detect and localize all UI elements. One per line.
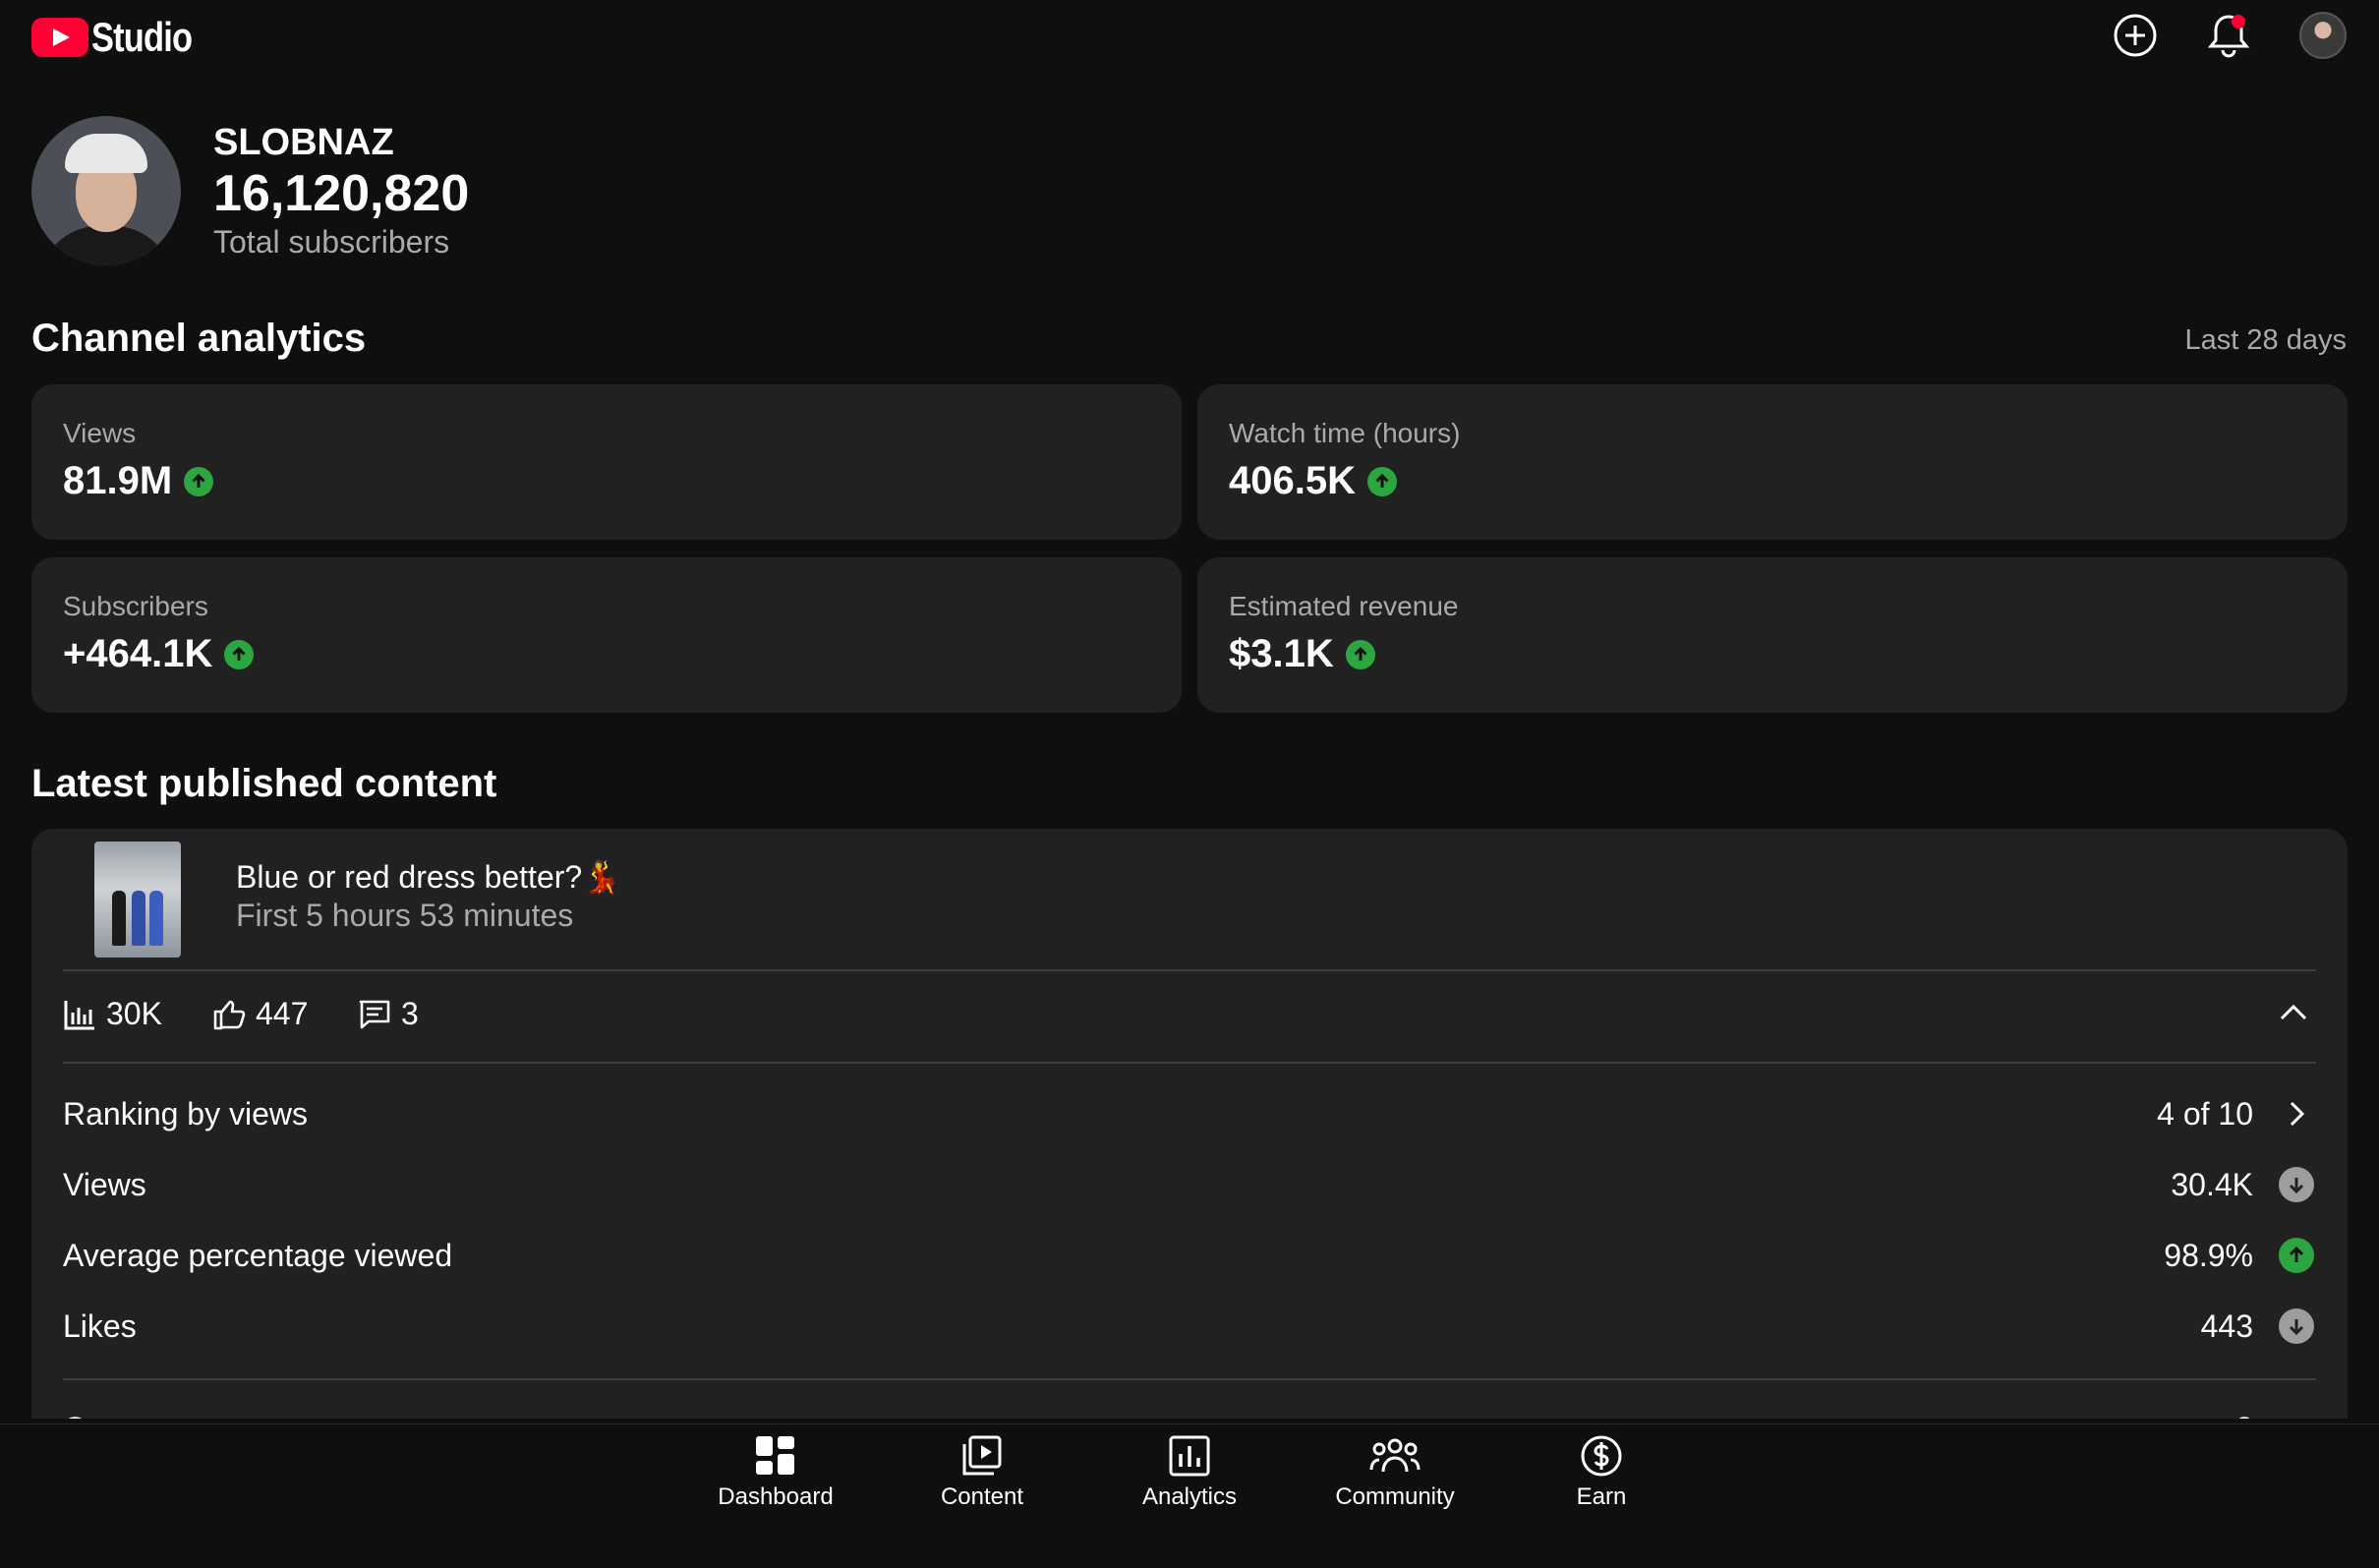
video-views-stat: 30K — [63, 996, 162, 1032]
chevron-up-icon — [2280, 1004, 2307, 1020]
studio-logo[interactable]: Studio — [31, 14, 214, 61]
video-likes-value: 447 — [256, 996, 309, 1031]
channel-analytics-title: Channel analytics — [31, 317, 367, 360]
row-value: 443 — [2200, 1307, 2253, 1344]
divider — [63, 1062, 2316, 1064]
metric-label: Estimated revenue — [1229, 591, 1459, 621]
comments-row: Comments 3 — [63, 1404, 2316, 1420]
bottom-nav: Dashboard Content Analytics Community Ea… — [0, 1423, 2379, 1568]
row-value: 3 — [2235, 1411, 2253, 1420]
nav-earn[interactable]: Earn — [1513, 1434, 1690, 1511]
video-comments-stat: 3 — [358, 996, 419, 1032]
metric-value: 81.9M — [63, 459, 173, 502]
youtube-logo-icon — [31, 18, 88, 57]
row-label: Likes — [63, 1307, 137, 1344]
video-likes-stat: 447 — [212, 996, 308, 1032]
row-label: Views — [63, 1166, 146, 1202]
video-subtitle: First 5 hours 53 minutes — [236, 898, 574, 933]
trend-down-icon — [2279, 1308, 2314, 1344]
views-row: Views 30.4K — [63, 1160, 2316, 1209]
subscriber-label: Total subscribers — [213, 224, 450, 260]
collapse-button[interactable] — [2277, 996, 2310, 1034]
analytics-period[interactable]: Last 28 days — [2185, 324, 2347, 357]
avg-percentage-row: Average percentage viewed 98.9% — [63, 1231, 2316, 1280]
ranking-row[interactable]: Ranking by views 4 of 10 — [63, 1089, 2316, 1138]
video-comments-value: 3 — [401, 996, 419, 1031]
nav-analytics[interactable]: Analytics — [1101, 1434, 1278, 1511]
metric-label: Subscribers — [63, 591, 208, 621]
notification-dot — [2232, 15, 2245, 29]
nav-dashboard[interactable]: Dashboard — [687, 1434, 864, 1511]
nav-label: Analytics — [1141, 1483, 1238, 1510]
thumbs-up-icon — [213, 1000, 246, 1029]
trend-up-icon — [1366, 466, 1397, 496]
analytics-icon — [1169, 1435, 1210, 1477]
metric-label: Watch time (hours) — [1229, 418, 1461, 448]
content-icon — [962, 1435, 1002, 1476]
metric-card-revenue[interactable]: Estimated revenue $3.1K — [1197, 557, 2348, 713]
account-avatar — [2299, 12, 2347, 59]
subscriber-count: 16,120,820 — [213, 165, 470, 222]
dashboard-icon — [756, 1436, 794, 1475]
top-bar: Studio — [0, 0, 2379, 71]
community-icon — [1369, 1438, 1421, 1473]
metric-value: +464.1K — [63, 632, 213, 675]
divider — [63, 969, 2316, 971]
create-icon — [2114, 14, 2157, 57]
account-button[interactable] — [2298, 11, 2348, 60]
nav-content[interactable]: Content — [894, 1434, 1071, 1511]
trend-up-icon — [1345, 639, 1375, 669]
metric-value: $3.1K — [1229, 632, 1334, 675]
video-title[interactable]: Blue or red dress better?💃 — [236, 858, 621, 896]
nav-community[interactable]: Community — [1306, 1434, 1483, 1511]
nav-label: Community — [1335, 1483, 1455, 1510]
create-button[interactable] — [2111, 11, 2160, 60]
trend-up-icon — [224, 639, 255, 669]
metric-card-subscribers[interactable]: Subscribers +464.1K — [31, 557, 1182, 713]
earn-icon — [1581, 1435, 1622, 1477]
comment-icon — [359, 1000, 390, 1028]
metric-card-watch-time[interactable]: Watch time (hours) 406.5K — [1197, 384, 2348, 540]
row-value: 4 of 10 — [2157, 1095, 2253, 1132]
trend-up-icon — [2279, 1238, 2314, 1273]
latest-content-card: Blue or red dress better?💃 First 5 hours… — [31, 829, 2348, 1419]
metric-card-views[interactable]: Views 81.9M — [31, 384, 1182, 540]
row-label: Ranking by views — [63, 1095, 308, 1132]
channel-avatar[interactable] — [31, 116, 181, 265]
video-thumbnail[interactable] — [94, 842, 181, 958]
logo-text: Studio — [91, 14, 193, 60]
metric-label: Views — [63, 418, 137, 448]
row-label: Average percentage viewed — [63, 1237, 453, 1273]
video-views-value: 30K — [106, 996, 162, 1031]
divider — [63, 1378, 2316, 1380]
bar-chart-icon — [64, 1000, 94, 1029]
row-value: 30.4K — [2171, 1166, 2253, 1202]
likes-row: Likes 443 — [63, 1302, 2316, 1351]
channel-header: SLOBNAZ 16,120,820 Total subscribers — [31, 116, 469, 265]
row-label: Comments — [63, 1411, 215, 1420]
row-value: 98.9% — [2164, 1237, 2253, 1273]
nav-label: Earn — [1576, 1483, 1627, 1510]
chevron-right-icon — [2290, 1101, 2305, 1127]
trend-down-icon — [2279, 1167, 2314, 1202]
metric-value: 406.5K — [1229, 459, 1356, 502]
channel-name: SLOBNAZ — [213, 122, 394, 163]
notifications-button[interactable] — [2204, 11, 2253, 60]
trend-up-icon — [184, 466, 214, 496]
latest-content-title: Latest published content — [31, 762, 497, 805]
nav-label: Dashboard — [718, 1483, 834, 1510]
nav-label: Content — [940, 1483, 1024, 1510]
